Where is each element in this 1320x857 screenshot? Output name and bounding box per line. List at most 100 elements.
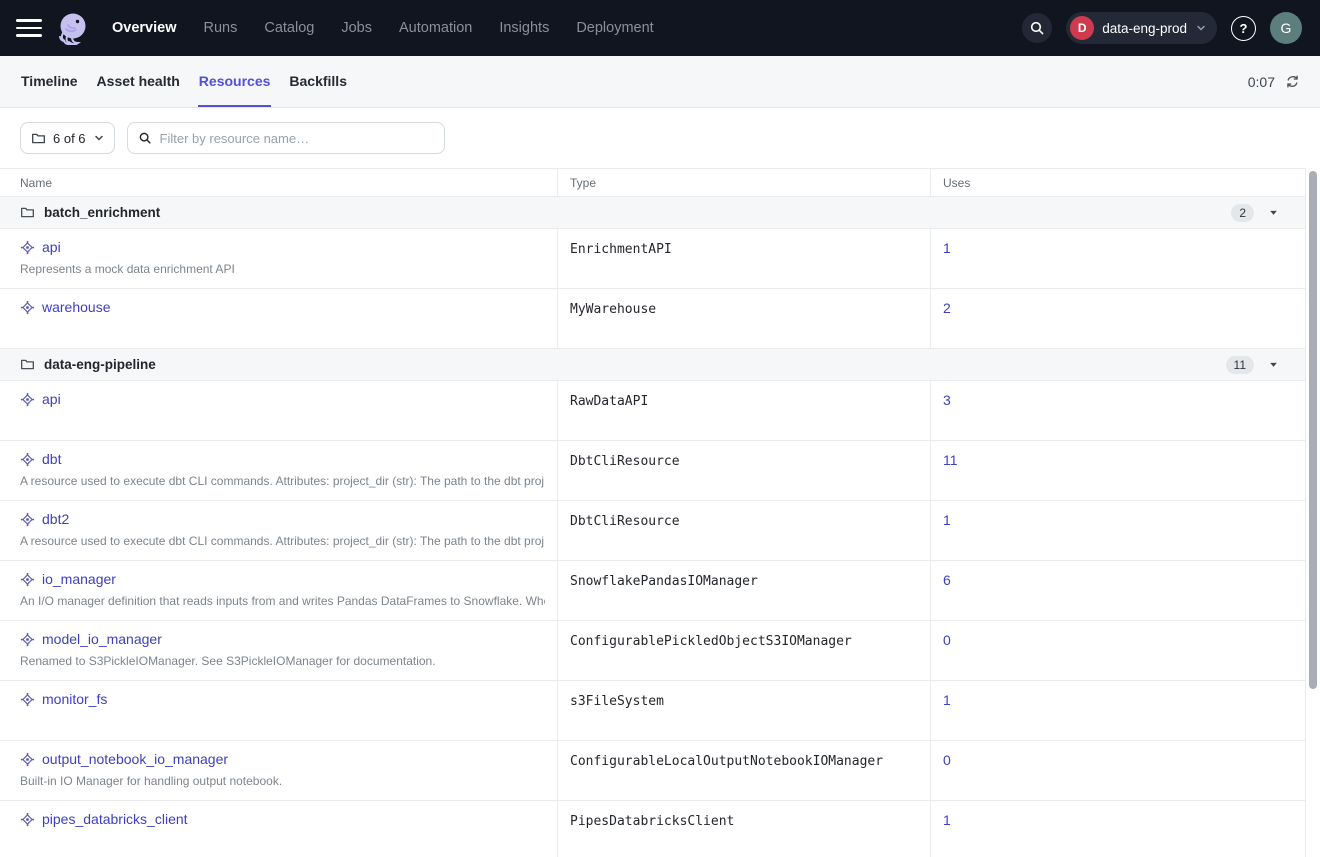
resource-name-link[interactable]: model_io_manager <box>42 631 162 647</box>
uses-count-link[interactable]: 1 <box>943 240 951 256</box>
folder-icon <box>20 205 35 220</box>
uses-count-link[interactable]: 1 <box>943 812 951 828</box>
dagster-logo <box>56 11 90 45</box>
group-filter-button[interactable]: 6 of 6 <box>20 122 115 154</box>
tabbar-right: 0:07 <box>1248 56 1300 107</box>
refresh-icon[interactable] <box>1285 74 1300 89</box>
resource-icon <box>20 452 35 467</box>
column-header-uses: Uses <box>930 169 1306 196</box>
resources-table-area: NameTypeUses batch_enrichment 2 api Repres… <box>0 168 1320 857</box>
resource-icon <box>20 572 35 587</box>
resource-icon <box>20 512 35 527</box>
resource-name-link[interactable]: dbt2 <box>42 511 69 527</box>
resource-name-link[interactable]: monitor_fs <box>42 691 107 707</box>
resource-name-link[interactable]: dbt <box>42 451 61 467</box>
resource-icon <box>20 752 35 767</box>
uses-count-link[interactable]: 0 <box>943 752 951 768</box>
resource-icon <box>20 300 35 315</box>
chevron-down-icon <box>1195 22 1207 34</box>
resource-type: ConfigurableLocalOutputNotebookIOManager <box>557 741 930 800</box>
app-root: Overview Runs Catalog Jobs Automation Insight… <box>0 0 1320 857</box>
resource-name-link[interactable]: api <box>42 391 61 407</box>
scrollbar-track[interactable] <box>1306 169 1320 857</box>
resource-icon <box>20 240 35 255</box>
resource-description: A resource used to execute dbt CLI comma… <box>20 534 545 548</box>
nav-right: D data-eng-prod ? G <box>1022 12 1302 44</box>
column-header-name: Name <box>0 169 557 196</box>
resource-icon <box>20 632 35 647</box>
deployment-switcher[interactable]: D data-eng-prod <box>1066 12 1217 44</box>
deployment-name: data-eng-prod <box>1102 21 1187 36</box>
resource-description: An I/O manager definition that reads inp… <box>20 594 545 608</box>
table-row: model_io_manager Renamed to S3PickleIOMan… <box>0 621 1305 681</box>
nav-item-overview[interactable]: Overview <box>112 20 177 36</box>
tab-timeline[interactable]: Timeline <box>20 56 79 107</box>
resource-icon <box>20 692 35 707</box>
tab-resources[interactable]: Resources <box>198 56 272 107</box>
resource-search-box <box>127 122 445 154</box>
deployment-badge: D <box>1070 16 1094 40</box>
top-navbar: Overview Runs Catalog Jobs Automation Insight… <box>0 0 1320 56</box>
nav-items: Overview Runs Catalog Jobs Automation Insight… <box>112 20 654 36</box>
resource-description: A resource used to execute dbt CLI comma… <box>20 474 545 488</box>
group-count-badge: 11 <box>1226 356 1254 374</box>
uses-count-link[interactable]: 6 <box>943 572 951 588</box>
resource-description: Built-in IO Manager for handling output … <box>20 774 545 788</box>
search-icon <box>138 131 152 145</box>
resource-icon <box>20 812 35 827</box>
group-name: batch_enrichment <box>44 205 160 220</box>
resource-description: Represents a mock data enrichment API <box>20 262 545 276</box>
resource-type: EnrichmentAPI <box>557 229 930 288</box>
uses-count-link[interactable]: 3 <box>943 392 951 408</box>
refresh-countdown: 0:07 <box>1248 74 1275 90</box>
group-row[interactable]: batch_enrichment 2 <box>0 197 1305 229</box>
table-row: output_notebook_io_manager Built-in IO Ma… <box>0 741 1305 801</box>
nav-item-jobs[interactable]: Jobs <box>341 20 372 36</box>
uses-count-link[interactable]: 1 <box>943 692 951 708</box>
resource-name-link[interactable]: warehouse <box>42 299 111 315</box>
folder-icon <box>31 131 46 146</box>
tab-backfills[interactable]: Backfills <box>288 56 348 107</box>
question-mark-icon[interactable]: ? <box>1231 16 1256 41</box>
group-row[interactable]: data-eng-pipeline 11 <box>0 349 1305 381</box>
group-count-badge: 2 <box>1231 204 1254 222</box>
resource-type: DbtCliResource <box>557 501 930 560</box>
uses-count-link[interactable]: 1 <box>943 512 951 528</box>
filter-row: 6 of 6 <box>0 108 1320 168</box>
table-row: monitor_fss3FileSystem1 <box>0 681 1305 741</box>
resource-description: Renamed to S3PickleIOManager. See S3Pick… <box>20 654 545 668</box>
resource-search-input[interactable] <box>160 131 434 146</box>
nav-item-deployment[interactable]: Deployment <box>576 20 653 36</box>
group-filter-label: 6 of 6 <box>53 131 86 146</box>
chevron-down-icon[interactable] <box>1268 207 1279 218</box>
nav-item-runs[interactable]: Runs <box>204 20 238 36</box>
nav-item-insights[interactable]: Insights <box>499 20 549 36</box>
table-header-row: NameTypeUses <box>0 169 1305 197</box>
resource-name-link[interactable]: pipes_databricks_client <box>42 811 188 827</box>
chevron-down-icon[interactable] <box>1268 359 1279 370</box>
resource-name-link[interactable]: api <box>42 239 61 255</box>
table-row: warehouse MyWarehouse 2 <box>0 289 1305 349</box>
resources-table: NameTypeUses batch_enrichment 2 api Repres… <box>0 168 1306 857</box>
uses-count-link[interactable]: 11 <box>943 452 958 468</box>
resource-type: MyWarehouse <box>557 289 930 348</box>
search-icon[interactable] <box>1022 13 1052 43</box>
chevron-down-icon <box>93 132 105 144</box>
folder-icon <box>20 357 35 372</box>
tab-asset-health[interactable]: Asset health <box>96 56 181 107</box>
avatar[interactable]: G <box>1270 12 1302 44</box>
table-row: pipes_databricks_clientPipesDatabricksCl… <box>0 801 1305 857</box>
tab-bar: Timeline Asset health Resources Backfills 0… <box>0 56 1320 108</box>
resource-icon <box>20 392 35 407</box>
tab-list: Timeline Asset health Resources Backfills <box>20 56 348 107</box>
menu-icon[interactable] <box>16 19 42 37</box>
uses-count-link[interactable]: 0 <box>943 632 951 648</box>
nav-item-automation[interactable]: Automation <box>399 20 472 36</box>
uses-count-link[interactable]: 2 <box>943 300 951 316</box>
resource-type: DbtCliResource <box>557 441 930 500</box>
resource-name-link[interactable]: output_notebook_io_manager <box>42 751 228 767</box>
scrollbar-thumb[interactable] <box>1309 171 1317 689</box>
group-name: data-eng-pipeline <box>44 357 156 372</box>
resource-name-link[interactable]: io_manager <box>42 571 116 587</box>
nav-item-catalog[interactable]: Catalog <box>264 20 314 36</box>
